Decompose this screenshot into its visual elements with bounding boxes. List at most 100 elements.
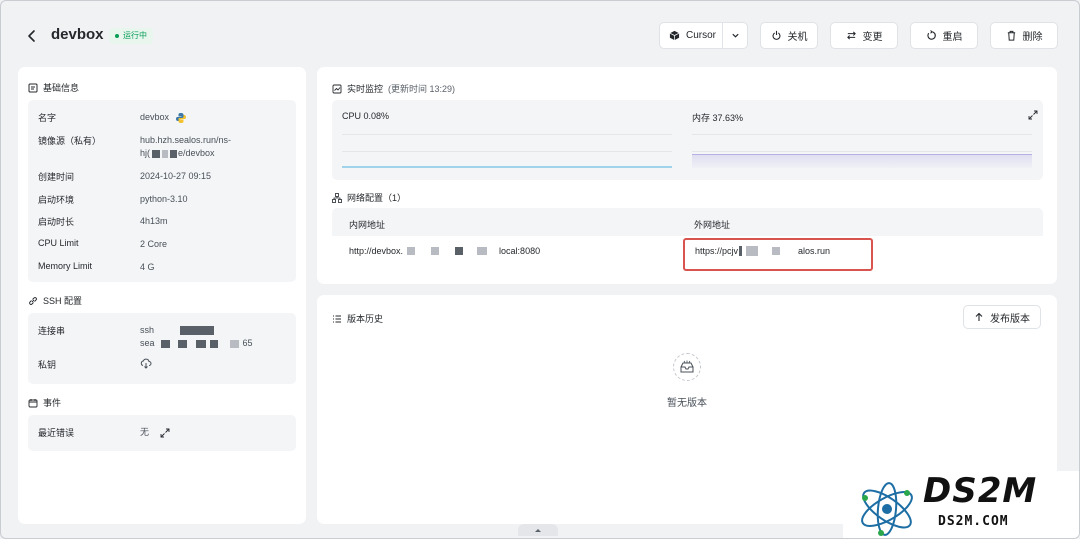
ide-dropdown-button[interactable]	[723, 23, 747, 48]
watermark-url: DS2M.COM	[938, 514, 1009, 529]
cube-icon	[669, 30, 680, 41]
info-value: devbox	[140, 111, 288, 124]
info-value: 4 G	[140, 262, 155, 272]
info-value	[140, 358, 288, 373]
list-icon	[333, 315, 341, 322]
monitor-charts: CPU 0.08% 内存 37.63%	[332, 100, 1043, 180]
empty-box-icon	[673, 353, 701, 381]
network-heading: 网络配置（1）	[332, 191, 406, 204]
redaction-mark	[407, 247, 416, 255]
expand-icon[interactable]	[1028, 110, 1038, 120]
info-value: hub.hzh.sealos.run/ns- hj( e/devbox	[140, 134, 288, 160]
basic-info-title: 基础信息	[43, 83, 80, 93]
info-label: CPU Limit	[38, 238, 79, 248]
events-title: 事件	[43, 398, 62, 408]
ssh-box: 连接串 ssh sea 65 私钥	[28, 313, 296, 384]
basic-info-box: 名字 devbox 镜像源（私有） hub.hzh.sealos.run/ns-…	[28, 100, 296, 282]
info-label: 镜像源（私有）	[38, 136, 102, 146]
redaction-mark	[152, 149, 161, 158]
events-box: 最近错误 无	[28, 415, 296, 451]
info-label: 名字	[38, 113, 57, 123]
restart-button[interactable]: 重启	[910, 22, 978, 49]
memory-series-area	[692, 154, 1032, 168]
redaction-mark	[209, 339, 218, 348]
history-heading: 版本历史	[332, 312, 383, 325]
status-badge: 运行中	[109, 28, 153, 44]
info-label: 私钥	[38, 360, 57, 370]
gridline	[692, 134, 1032, 135]
gridline	[692, 151, 1032, 152]
redaction-mark	[170, 149, 178, 158]
image-value-line2-suffix: e/devbox	[178, 148, 215, 158]
memory-usage-label: 内存 37.63%	[692, 113, 744, 123]
atom-logo-icon	[861, 482, 913, 536]
gridline	[342, 151, 672, 152]
network-icon	[332, 192, 342, 203]
trash-icon	[1007, 30, 1015, 41]
document-icon	[28, 83, 38, 92]
delete-button[interactable]: 删除	[990, 22, 1058, 49]
name-value: devbox	[140, 112, 170, 122]
internal-address-prefix: http://devbox.	[349, 246, 404, 256]
connection-line2-prefix: sea	[140, 338, 155, 348]
info-value: 2024-10-27 09:15	[140, 171, 212, 181]
delete-label: 删除	[1022, 32, 1043, 43]
status-dot-icon	[115, 34, 119, 38]
info-value: 无	[140, 426, 288, 439]
redaction-mark	[455, 247, 464, 255]
redaction-mark	[160, 339, 170, 348]
events-heading: 事件	[28, 396, 61, 409]
shutdown-button[interactable]: 关机	[760, 22, 818, 49]
expand-icon[interactable]	[160, 428, 170, 438]
column-header-external: 外网地址	[694, 220, 731, 230]
redaction-mark	[477, 247, 488, 255]
publish-label: 发布版本	[990, 313, 1030, 325]
cpu-series-line	[342, 166, 672, 168]
network-title: 网络配置（1）	[347, 193, 407, 203]
back-button[interactable]	[23, 27, 41, 45]
monitor-updated-time: (更新时间 13:29)	[388, 84, 456, 94]
monitor-panel: 实时监控 (更新时间 13:29) CPU 0.08% 内存 37.63% 网络…	[317, 67, 1057, 284]
info-label: 启动环境	[38, 195, 75, 205]
history-title: 版本历史	[347, 314, 384, 324]
image-value-line1: hub.hzh.sealos.run/ns-	[140, 135, 232, 145]
ssh-heading: SSH 配置	[28, 294, 82, 307]
shutdown-label: 关机	[787, 32, 808, 43]
info-label: 最近错误	[38, 428, 75, 438]
connection-line2-suffix: 65	[242, 338, 253, 348]
monitor-heading: 实时监控 (更新时间 13:29)	[332, 82, 455, 95]
image-value-line2-prefix: hj(	[140, 148, 151, 158]
info-value: 2 Core	[140, 239, 168, 249]
monitor-title: 实时监控	[347, 84, 384, 94]
internal-address-suffix: local:8080	[499, 246, 541, 256]
publish-version-button[interactable]: 发布版本	[963, 305, 1041, 329]
connection-line1: ssh	[140, 325, 155, 335]
open-ide-button[interactable]: Cursor	[660, 23, 722, 48]
cloud-download-icon[interactable]	[140, 358, 152, 369]
chevron-down-icon	[731, 33, 739, 38]
last-error-value: 无	[140, 427, 150, 437]
page-title: devbox	[51, 26, 104, 43]
header: devbox 运行中 Cursor 关机 变更 重启 删除	[1, 1, 1079, 67]
redaction-mark	[195, 339, 206, 348]
collapse-handle[interactable]	[518, 524, 558, 536]
empty-state-text: 暂无版本	[667, 398, 707, 409]
gridline	[342, 134, 672, 135]
swap-icon	[846, 31, 856, 40]
connection-string[interactable]: ssh sea 65	[140, 324, 288, 350]
change-button[interactable]: 变更	[830, 22, 898, 49]
watermark: DS2M DS2M.COM	[843, 471, 1079, 538]
arrow-up-icon	[975, 312, 983, 321]
redaction-mark	[180, 326, 215, 336]
info-value: 4h13m	[140, 216, 168, 226]
info-label: 启动时长	[38, 217, 75, 227]
caret-up-icon	[535, 528, 541, 532]
ide-label: Cursor	[686, 30, 717, 41]
ide-selector: Cursor	[659, 22, 748, 49]
inbox-icon	[680, 360, 694, 373]
info-value: python-3.10	[140, 194, 188, 204]
redaction-mark	[229, 339, 239, 348]
python-icon	[175, 112, 186, 123]
restart-icon	[926, 30, 936, 40]
internal-address[interactable]: http://devbox. local:8080	[349, 246, 540, 256]
